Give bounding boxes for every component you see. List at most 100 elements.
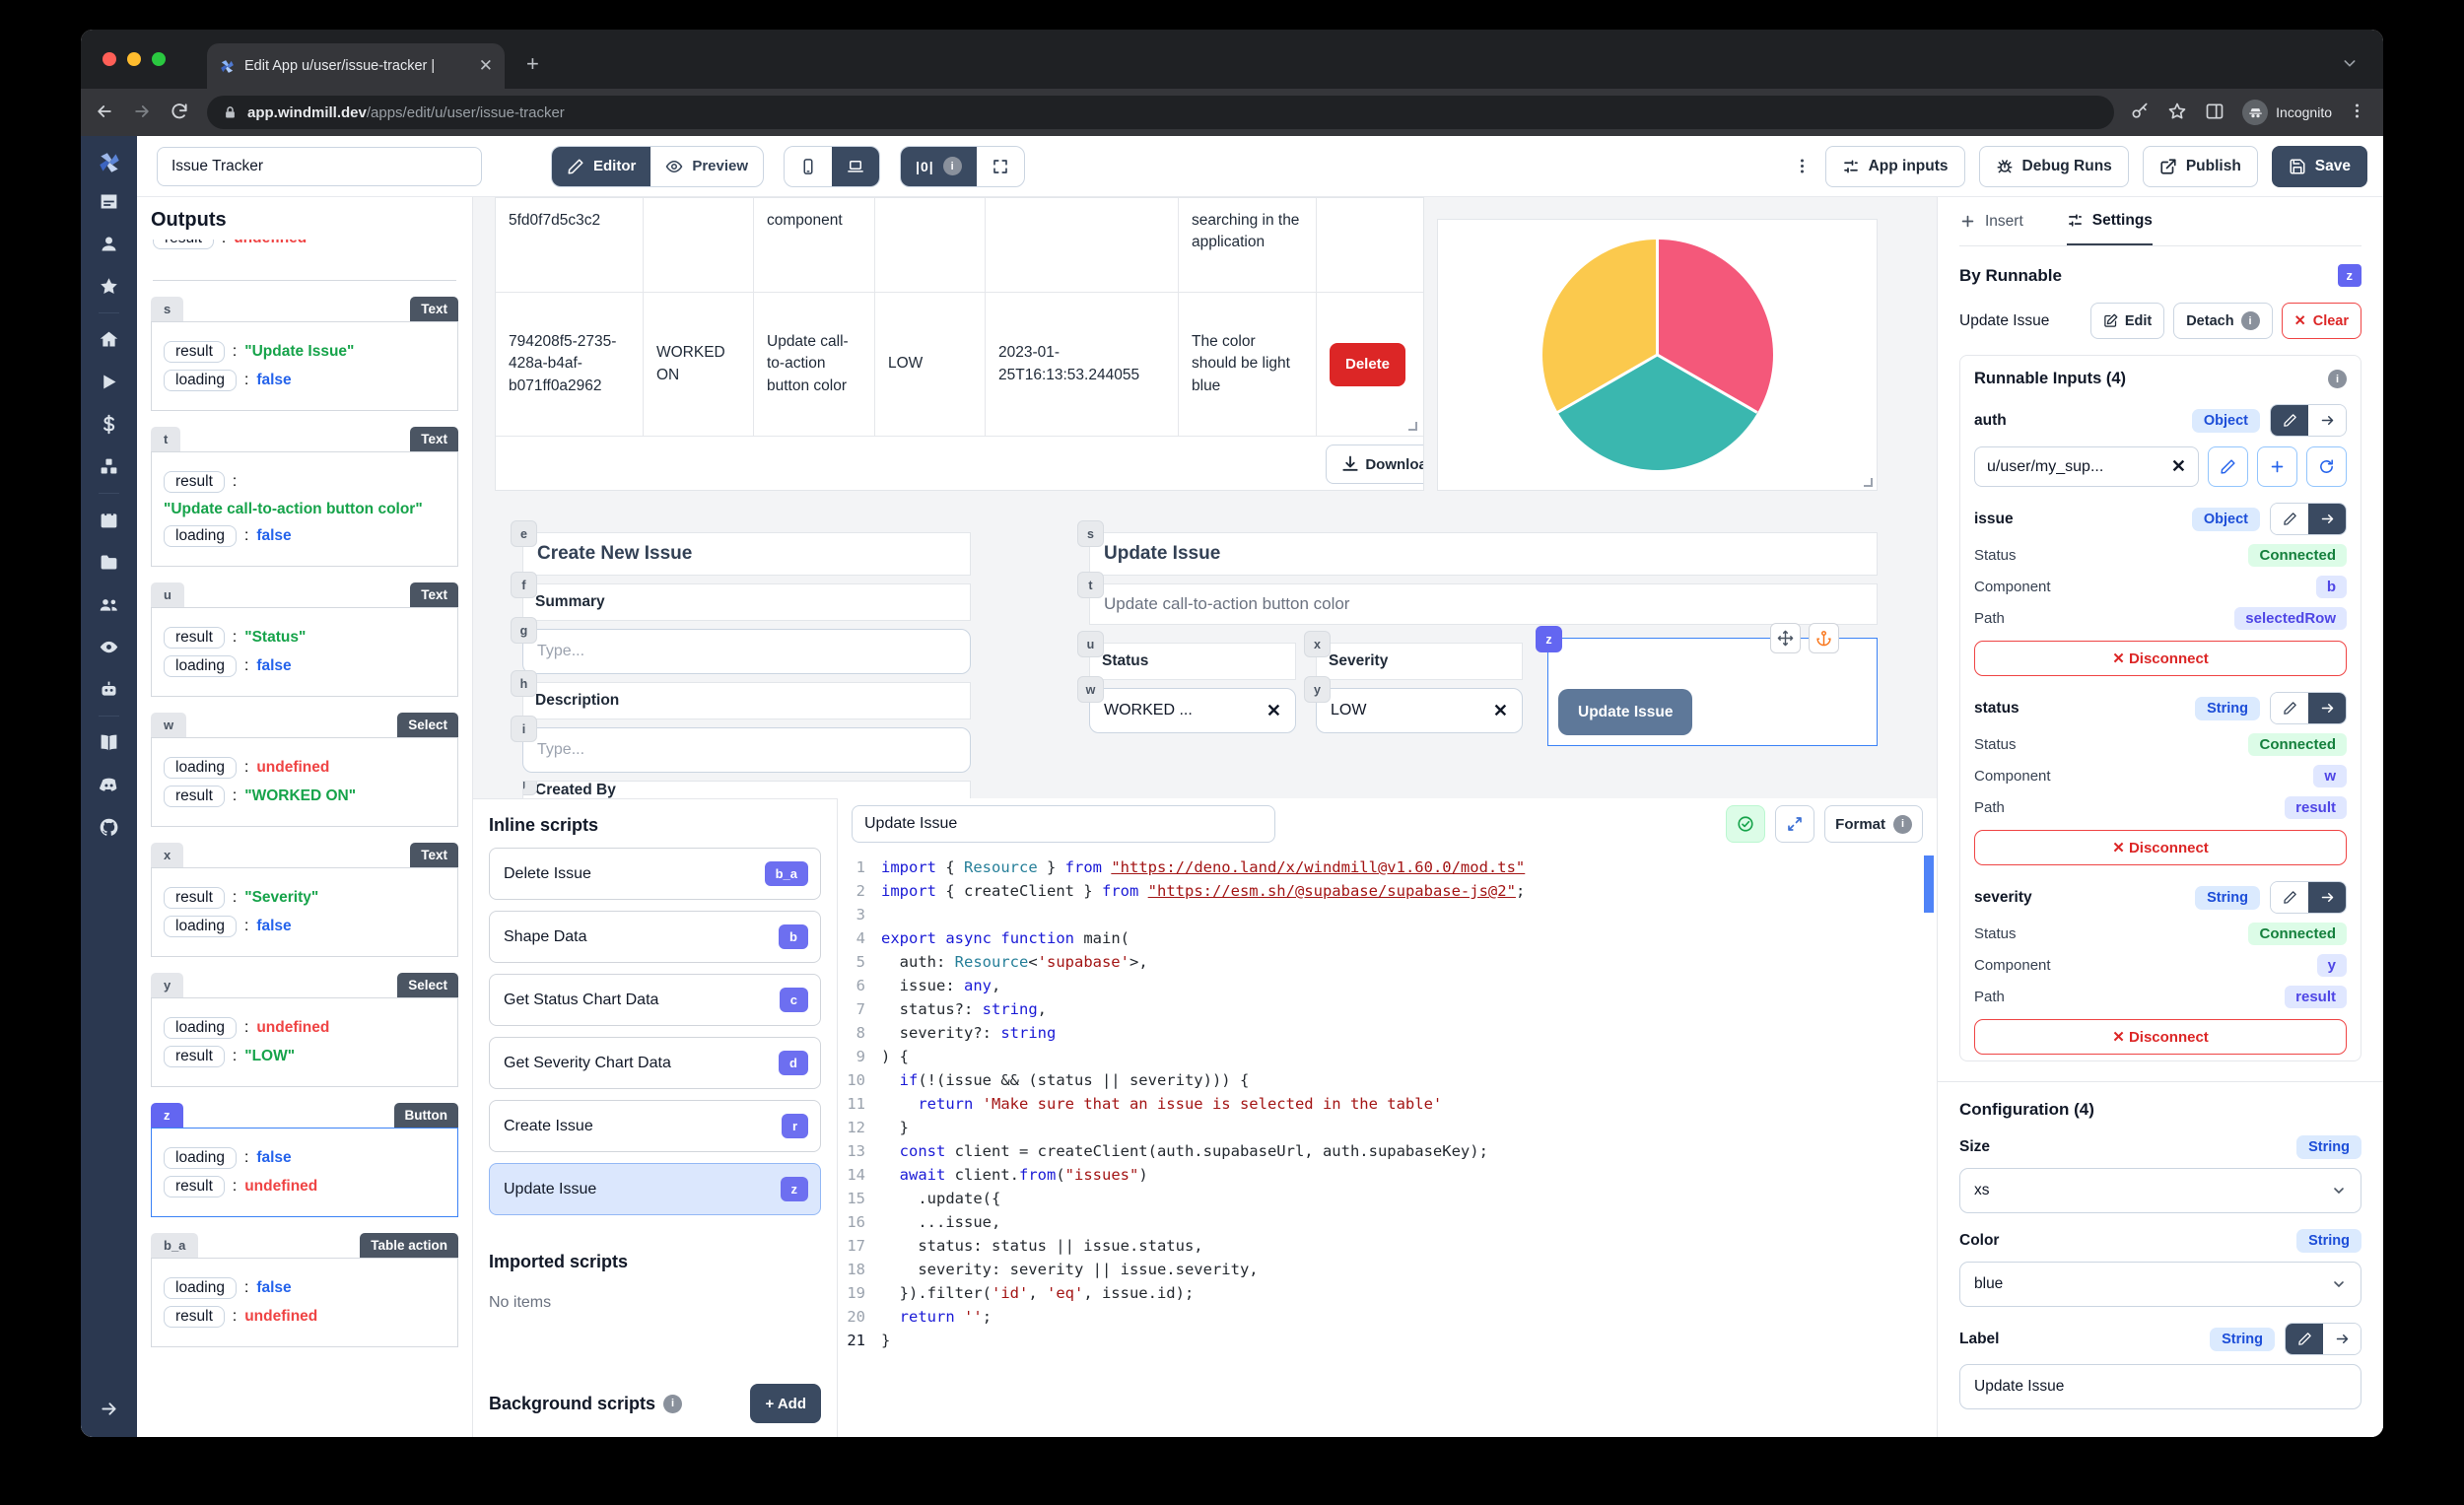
input-mode-toggle[interactable]: [2285, 1323, 2361, 1355]
output-block-x[interactable]: x Text result: "Severity" loading: false: [151, 843, 458, 957]
script-item-r[interactable]: Create Issue r: [489, 1100, 821, 1152]
play-icon[interactable]: [99, 372, 119, 392]
browser-menu-icon[interactable]: [2348, 102, 2369, 123]
disconnect-button[interactable]: ✕ Disconnect: [1974, 641, 2347, 676]
preview-mode-button[interactable]: Preview: [650, 147, 763, 186]
desktop-view-button[interactable]: [832, 146, 880, 186]
severity-pie-chart[interactable]: [1437, 219, 1878, 491]
output-block-w[interactable]: w Select loading: undefined result: "WORKED O…: [151, 713, 458, 827]
expand-editor-button[interactable]: [1775, 805, 1815, 843]
static-mode-button[interactable]: [2271, 882, 2308, 913]
layout-guides-button[interactable]: |0| i: [901, 146, 977, 186]
summary-label[interactable]: f Summary: [511, 572, 971, 621]
script-name-input[interactable]: Update Issue: [852, 805, 1275, 843]
format-button[interactable]: Format i: [1824, 805, 1923, 843]
side-panel-icon[interactable]: [2205, 102, 2226, 123]
update-button-container-selected[interactable]: z Update Issue: [1536, 623, 1878, 746]
window-controls[interactable]: [103, 52, 166, 66]
app-name-input[interactable]: Issue Tracker: [157, 146, 482, 186]
book-icon[interactable]: [99, 732, 119, 753]
calendar-icon[interactable]: [99, 510, 119, 530]
input-mode-toggle[interactable]: [2270, 503, 2347, 535]
clear-resource-icon[interactable]: ✕: [2171, 456, 2186, 477]
clear-select-icon[interactable]: ✕: [1493, 701, 1508, 721]
anchor-icon[interactable]: [1809, 623, 1839, 653]
url-bar[interactable]: app.windmill.dev/apps/edit/u/user/issue-…: [207, 96, 2115, 129]
star-icon[interactable]: [99, 276, 119, 297]
resize-handle[interactable]: [1864, 478, 1873, 487]
browser-tab[interactable]: Edit App u/user/issue-tracker | ✕: [207, 43, 505, 89]
tab-close-icon[interactable]: ✕: [479, 56, 493, 76]
resource-input[interactable]: u/user/my_sup... ✕: [1974, 446, 2199, 487]
debug-runs-button[interactable]: Debug Runs: [1978, 145, 2129, 187]
description-label[interactable]: h Description: [511, 670, 971, 719]
script-item-c[interactable]: Get Status Chart Data c: [489, 974, 821, 1026]
edit-runnable-button[interactable]: Edit: [2089, 303, 2165, 339]
tab-insert[interactable]: Insert: [1959, 197, 2023, 245]
user-icon[interactable]: [99, 234, 119, 254]
save-button[interactable]: Save: [2271, 145, 2367, 187]
delete-row-button[interactable]: Delete: [1330, 342, 1406, 386]
users-icon[interactable]: [99, 594, 119, 615]
reload-icon[interactable]: [170, 102, 191, 123]
connect-mode-button[interactable]: [2308, 405, 2346, 436]
script-item-z[interactable]: Update Issue z: [489, 1163, 821, 1215]
static-mode-button[interactable]: [2286, 1324, 2323, 1354]
script-item-b_a[interactable]: Delete Issue b_a: [489, 848, 821, 900]
create-issue-title[interactable]: e Create New Issue: [511, 520, 971, 576]
selected-issue-text[interactable]: t Update call-to-action button color: [1077, 572, 1878, 625]
table-row[interactable]: 5fd0f7d5c3c2 component searching in the …: [496, 198, 1423, 293]
editor-mode-button[interactable]: Editor: [552, 146, 651, 186]
status-label[interactable]: u Status: [1077, 631, 1296, 680]
download-button[interactable]: Download: [1326, 445, 1423, 484]
close-window-button[interactable]: [103, 52, 116, 66]
severity-label[interactable]: x Severity: [1304, 631, 1523, 680]
update-issue-button[interactable]: Update Issue: [1558, 689, 1693, 735]
static-mode-button[interactable]: [2271, 693, 2308, 723]
toolbar-menu-icon[interactable]: [1793, 157, 1812, 175]
static-mode-button[interactable]: [2271, 504, 2308, 534]
publish-button[interactable]: Publish: [2142, 145, 2258, 187]
output-block-y[interactable]: y Select loading: undefined result: "LOW": [151, 973, 458, 1087]
script-item-d[interactable]: Get Severity Chart Data d: [489, 1037, 821, 1089]
status-select[interactable]: w WORKED ... ✕: [1077, 676, 1296, 733]
connect-mode-button[interactable]: [2308, 882, 2346, 913]
github-icon[interactable]: [99, 817, 119, 838]
edit-resource-button[interactable]: [2208, 446, 2248, 487]
severity-select[interactable]: y LOW ✕: [1304, 676, 1523, 733]
description-input[interactable]: i Type...: [511, 716, 971, 773]
eye-icon[interactable]: [99, 637, 119, 657]
script-item-b[interactable]: Shape Data b: [489, 911, 821, 963]
add-background-script-button[interactable]: + Add: [750, 1384, 821, 1423]
tab-settings[interactable]: Settings: [2066, 197, 2153, 245]
maximize-window-button[interactable]: [152, 52, 166, 66]
clear-select-icon[interactable]: ✕: [1266, 701, 1281, 721]
forward-icon[interactable]: [132, 102, 154, 123]
lint-ok-button[interactable]: [1726, 805, 1766, 843]
output-block-b_a[interactable]: b_a Table action loading: false result: undef…: [151, 1233, 458, 1347]
resize-handle[interactable]: [1408, 422, 1417, 431]
fullscreen-button[interactable]: [977, 147, 1024, 186]
detach-button[interactable]: Detach i: [2173, 303, 2273, 339]
discord-icon[interactable]: [99, 775, 119, 795]
mobile-view-button[interactable]: [785, 147, 832, 186]
input-mode-toggle[interactable]: [2270, 881, 2347, 914]
output-block-t[interactable]: t Text result: "Update call-to-action butto…: [151, 427, 458, 567]
password-key-icon[interactable]: [2130, 102, 2152, 123]
new-tab-button[interactable]: +: [526, 53, 539, 75]
folder-icon[interactable]: [99, 552, 119, 573]
color-select[interactable]: blue: [1959, 1262, 2361, 1307]
connect-mode-button[interactable]: [2323, 1324, 2361, 1354]
disconnect-button[interactable]: ✕ Disconnect: [1974, 1019, 2347, 1055]
home-icon[interactable]: [99, 329, 119, 350]
input-mode-toggle[interactable]: [2270, 692, 2347, 724]
bookmark-star-icon[interactable]: [2167, 102, 2189, 123]
label-input[interactable]: Update Issue: [1959, 1364, 2361, 1409]
issues-table[interactable]: 5fd0f7d5c3c2 component searching in the …: [495, 197, 1424, 491]
move-handle-icon[interactable]: [1770, 623, 1801, 653]
table-row-selected[interactable]: 794208f5-2735-428a-b4af-b071ff0a2962 WOR…: [496, 293, 1423, 437]
code-area[interactable]: 1 import { Resource } from "https://deno.…: [838, 850, 1937, 1437]
app-window[interactable]: [99, 191, 119, 212]
collapse-arrow-icon[interactable]: [99, 1399, 119, 1419]
output-block-z[interactable]: z Button loading: false result: undefined: [151, 1103, 458, 1217]
